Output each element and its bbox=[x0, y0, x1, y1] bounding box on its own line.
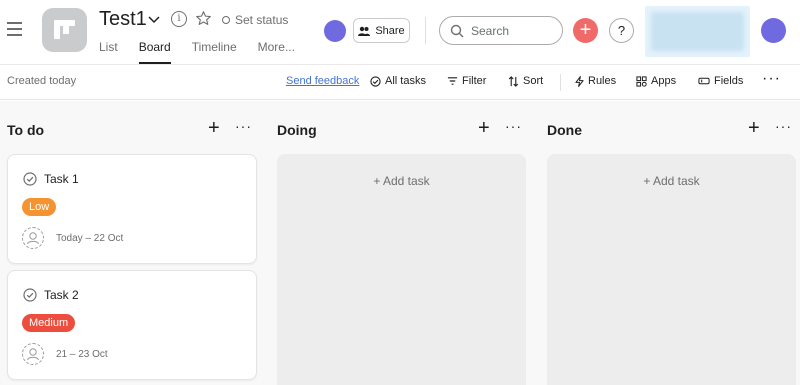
task-card[interactable]: Task 2 Medium 21 – 23 Oct bbox=[7, 270, 257, 380]
due-date: Today – 22 Oct bbox=[56, 233, 124, 244]
filter-button[interactable]: Filter bbox=[447, 75, 486, 87]
people-icon bbox=[358, 26, 371, 36]
apps-icon bbox=[636, 75, 647, 87]
help-button[interactable]: ? bbox=[609, 18, 634, 43]
check-circle-icon bbox=[370, 75, 381, 87]
sort-label: Sort bbox=[523, 75, 544, 87]
project-title[interactable]: Test1 bbox=[99, 8, 147, 31]
column-to-do: To do + ··· Task 1 Low Today – 22 Oct Ta… bbox=[0, 101, 257, 385]
member-avatar[interactable] bbox=[324, 20, 346, 42]
complete-check-icon[interactable] bbox=[23, 288, 37, 302]
assignee-avatar-icon[interactable] bbox=[22, 227, 44, 249]
filter-label: Filter bbox=[462, 75, 487, 87]
send-feedback-link[interactable]: Send feedback bbox=[286, 75, 359, 87]
more-options-icon[interactable]: ··· bbox=[762, 70, 781, 88]
column-done: Done + ··· + Add task bbox=[540, 101, 796, 385]
column-drop-area bbox=[547, 154, 796, 385]
board: To do + ··· Task 1 Low Today – 22 Oct Ta… bbox=[0, 101, 800, 385]
fields-button[interactable]: Fields bbox=[698, 75, 743, 87]
column-more-icon[interactable]: ··· bbox=[775, 118, 792, 134]
project-tabs: List Board Timeline More... bbox=[99, 38, 316, 64]
search-placeholder: Search bbox=[471, 23, 510, 38]
fields-label: Fields bbox=[714, 75, 744, 87]
add-task-icon[interactable]: + bbox=[208, 117, 220, 140]
blurred-region bbox=[645, 6, 750, 57]
tab-more[interactable]: More... bbox=[258, 38, 295, 64]
column-doing: Doing + ··· + Add task bbox=[270, 101, 526, 385]
menu-icon[interactable] bbox=[7, 22, 22, 36]
sort-icon bbox=[508, 75, 519, 87]
search-icon bbox=[450, 24, 464, 37]
all-tasks-label: All tasks bbox=[385, 75, 426, 87]
sort-button[interactable]: Sort bbox=[508, 75, 543, 87]
tab-list[interactable]: List bbox=[99, 38, 118, 64]
divider bbox=[425, 17, 426, 44]
top-header: Test1 i Set status List Board Timeline M… bbox=[0, 0, 800, 64]
priority-badge: Medium bbox=[22, 314, 76, 332]
fields-icon bbox=[698, 77, 710, 85]
search-input[interactable]: Search bbox=[439, 16, 563, 45]
column-title[interactable]: To do bbox=[7, 122, 44, 138]
share-button[interactable]: Share bbox=[353, 18, 410, 43]
tab-board[interactable]: Board bbox=[138, 38, 171, 64]
create-button[interactable]: + bbox=[573, 18, 598, 43]
user-avatar[interactable] bbox=[761, 18, 786, 43]
divider bbox=[560, 74, 561, 91]
task-name: Task 2 bbox=[44, 288, 79, 302]
column-title[interactable]: Done bbox=[547, 122, 582, 138]
priority-badge: Low bbox=[22, 198, 57, 216]
column-drop-area bbox=[277, 154, 526, 385]
project-board-icon bbox=[42, 8, 87, 52]
set-status-label: Set status bbox=[235, 13, 289, 27]
task-name: Task 1 bbox=[44, 172, 79, 186]
column-more-icon[interactable]: ··· bbox=[505, 118, 522, 134]
chevron-down-icon[interactable] bbox=[147, 12, 161, 26]
apps-button[interactable]: Apps bbox=[636, 75, 676, 87]
add-task-icon[interactable]: + bbox=[478, 117, 490, 140]
add-task-button[interactable]: + Add task bbox=[277, 174, 526, 188]
rules-label: Rules bbox=[588, 75, 617, 87]
view-toolbar: Created today Send feedback All tasks Fi… bbox=[0, 64, 800, 100]
info-icon[interactable]: i bbox=[171, 11, 187, 27]
add-task-icon[interactable]: + bbox=[748, 117, 760, 140]
star-icon[interactable] bbox=[195, 10, 212, 27]
complete-check-icon[interactable] bbox=[23, 172, 37, 186]
filter-icon bbox=[447, 77, 458, 85]
set-status-button[interactable]: Set status bbox=[222, 13, 288, 27]
assignee-avatar-icon[interactable] bbox=[22, 343, 44, 365]
column-title[interactable]: Doing bbox=[277, 122, 317, 138]
task-card[interactable]: Task 1 Low Today – 22 Oct bbox=[7, 154, 257, 264]
all-tasks-button[interactable]: All tasks bbox=[370, 75, 426, 87]
column-more-icon[interactable]: ··· bbox=[235, 118, 252, 134]
status-dot-icon bbox=[222, 16, 230, 24]
due-date: 21 – 23 Oct bbox=[56, 349, 108, 360]
rules-button[interactable]: Rules bbox=[575, 75, 616, 87]
share-label: Share bbox=[375, 24, 405, 37]
tab-timeline[interactable]: Timeline bbox=[192, 38, 237, 64]
created-info: Created today bbox=[7, 75, 77, 87]
add-task-button[interactable]: + Add task bbox=[547, 174, 796, 188]
lightning-icon bbox=[575, 75, 584, 87]
apps-label: Apps bbox=[651, 75, 677, 87]
